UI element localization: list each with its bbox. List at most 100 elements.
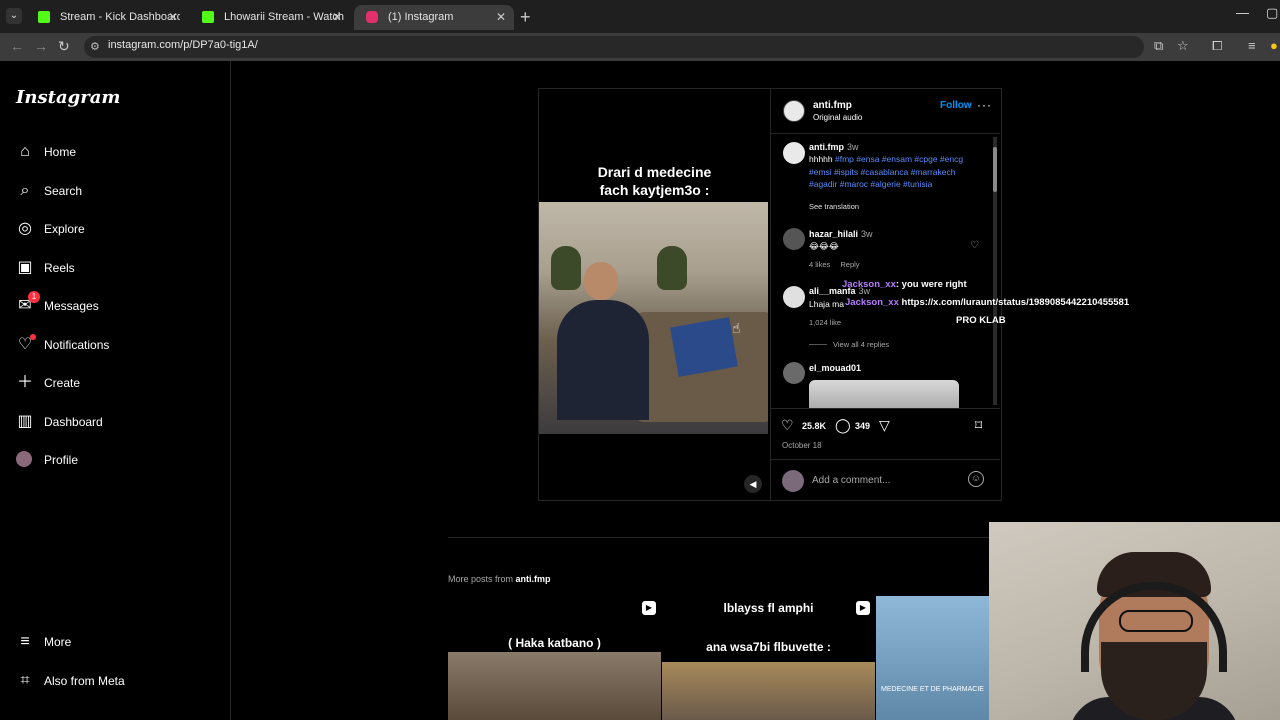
person-body <box>557 300 649 420</box>
more-posts-label: More posts from <box>448 574 514 584</box>
new-tab-icon[interactable]: + <box>520 7 531 28</box>
emoji-picker-icon[interactable]: ☺ <box>968 471 984 487</box>
post-card: Drari d medecine fach kaytjem3o : ◀ anti… <box>538 88 1002 501</box>
likes-count[interactable]: 25.8K <box>802 421 826 431</box>
sidebar-item-notifications[interactable]: ♡ Notifications <box>16 334 216 360</box>
browser-tab[interactable]: Lhowarii Stream - Watch Live o ✕ <box>190 5 350 30</box>
sidebar-item-home[interactable]: ⌂ Home <box>16 143 216 167</box>
chat-message: https://x.com/luraunt/status/19890854422… <box>901 297 1130 308</box>
sidebar-item-label: Home <box>44 145 77 159</box>
stream-chat-line: Jackson_xx: you were right <box>842 279 967 290</box>
caption-hashtags[interactable]: #fmp #ensa #ensam #cpge #encg #emsi #isp… <box>809 154 963 189</box>
audio-label[interactable]: Original audio <box>813 113 862 122</box>
comment-input[interactable]: Add a comment... <box>812 475 890 486</box>
thumbnail-title: ( Haka katbano ) <box>508 636 601 650</box>
replies-divider <box>809 344 827 345</box>
video-frame[interactable] <box>539 202 768 434</box>
minimize-window-icon[interactable]: — <box>1236 5 1249 20</box>
reading-list-icon[interactable]: ≡ <box>1248 38 1256 53</box>
more-options-icon[interactable]: ··· <box>977 98 992 112</box>
browser-tab-bar: ⌄ Stream - Kick Dashboard ✕ Lhowarii Str… <box>0 0 1280 33</box>
maximize-window-icon[interactable]: ▢ <box>1266 5 1278 21</box>
vase-shape <box>551 246 581 290</box>
comment-time: 3w <box>861 229 873 239</box>
comment-likes[interactable]: 4 likes <box>809 260 830 269</box>
notification-dot <box>30 334 36 340</box>
avatar[interactable] <box>783 142 805 164</box>
sidebar-item-profile[interactable]: Profile <box>16 451 216 475</box>
close-tab-icon[interactable]: ✕ <box>168 5 178 30</box>
forward-arrow-icon[interactable]: → <box>34 38 48 54</box>
site-info-icon[interactable]: ⚙ <box>90 40 100 53</box>
sidebar-item-more[interactable]: ≡ More <box>16 633 216 657</box>
browser-tab-active[interactable]: (1) Instagram ✕ <box>354 5 514 30</box>
address-bar[interactable]: ⚙ instagram.com/p/DP7a0-tig1A/ <box>84 36 1144 58</box>
avatar[interactable] <box>783 228 805 250</box>
avatar[interactable] <box>783 362 805 384</box>
share-paper-plane-icon[interactable]: ▽ <box>879 417 890 434</box>
sidebar-item-reels[interactable]: ▣ Reels <box>16 259 216 283</box>
reel-icon: ▶ <box>642 601 656 615</box>
back-arrow-icon[interactable]: ← <box>10 38 24 54</box>
sidebar-item-label: Dashboard <box>44 415 103 429</box>
sidebar-item-label: Explore <box>44 222 85 236</box>
caption-username-text: anti.fmp <box>809 142 844 152</box>
bookmark-star-icon[interactable]: ☆ <box>1177 38 1189 54</box>
comment-username[interactable]: hazar_hilali 3w <box>809 229 873 239</box>
avatar[interactable] <box>783 286 805 308</box>
post-media[interactable]: Drari d medecine fach kaytjem3o : ◀ <box>539 89 770 500</box>
more-post-thumbnail[interactable]: MEDECINE ET DE PHARMACIE <box>876 596 989 720</box>
see-translation-link[interactable]: See translation <box>809 202 859 211</box>
sidebar-item-messages[interactable]: ✉ 1 Messages <box>16 291 216 321</box>
comment-likes[interactable]: 1,024 like <box>809 318 841 327</box>
comment-username[interactable]: el_mouad01 <box>809 363 861 373</box>
plus-icon: ＋ <box>16 374 33 391</box>
reload-icon[interactable]: ↻ <box>58 38 70 55</box>
vase-shape <box>657 246 687 290</box>
bookmark-icon[interactable]: ⌑ <box>975 417 982 434</box>
more-post-thumbnail[interactable]: ▶ ( Haka katbano ) <box>448 596 661 720</box>
comment-bubble-icon[interactable]: ◯ <box>835 417 851 434</box>
sidebar-item-label: Messages <box>44 299 99 313</box>
caption-username[interactable]: anti.fmp 3w <box>809 142 859 152</box>
browser-tab[interactable]: Stream - Kick Dashboard ✕ <box>26 5 186 30</box>
like-heart-icon[interactable]: ♡ <box>781 417 794 434</box>
sidebar-item-create[interactable]: ＋ Create <box>16 374 216 398</box>
mute-icon[interactable]: ◀ <box>744 475 762 493</box>
post-actions: ♡ 25.8K ◯ 349 ▽ ⌑ October 18 <box>771 408 1000 458</box>
sidebar-item-dashboard[interactable]: ▥ Dashboard <box>16 413 216 437</box>
chat-message: PRO KLAB <box>956 315 1006 326</box>
url-text: instagram.com/p/DP7a0-tig1A/ <box>108 39 258 51</box>
view-replies-link[interactable]: View all 4 replies <box>833 340 889 349</box>
scrollbar-thumb[interactable] <box>993 147 997 192</box>
comment-like-icon[interactable]: ♡ <box>970 240 979 251</box>
thumbnail-title: lblayss fl amphi <box>723 601 814 615</box>
close-tab-icon[interactable]: ✕ <box>332 5 342 30</box>
tab-title: Stream - Kick Dashboard <box>60 11 180 23</box>
more-posts-username[interactable]: anti.fmp <box>516 574 551 584</box>
person-head <box>584 262 618 300</box>
sidebar-item-explore[interactable]: ◎ Explore <box>16 220 216 244</box>
profile-icon[interactable]: ● <box>1270 38 1278 53</box>
close-tab-icon[interactable]: ✕ <box>496 5 506 30</box>
follow-button[interactable]: Follow <box>940 100 972 111</box>
tab-title: (1) Instagram <box>388 11 454 23</box>
avatar[interactable] <box>783 100 805 122</box>
home-icon: ⌂ <box>20 143 30 160</box>
more-post-thumbnail[interactable]: ▶ lblayss fl amphi ana wsa7bi flbuvette … <box>662 596 875 720</box>
install-app-icon[interactable]: ⧉ <box>1154 38 1163 54</box>
sidebar-item-meta[interactable]: ⌗ Also from Meta <box>16 672 216 696</box>
video-caption-text: Drari d medecine fach kaytjem3o : <box>539 163 770 199</box>
extensions-icon[interactable]: ⧠ <box>1212 38 1222 54</box>
browser-toolbar: ← → ↻ ⚙ instagram.com/p/DP7a0-tig1A/ ⧉ ☆… <box>0 33 1280 61</box>
kick-favicon-icon <box>202 11 214 23</box>
sidebar-item-search[interactable]: ⌕ Search <box>16 182 216 206</box>
comment-image[interactable] <box>809 380 959 408</box>
comments-scrollbar[interactable] <box>993 137 997 405</box>
stream-chat-line: Jackson_xx https://x.com/luraunt/status/… <box>845 297 1129 308</box>
reply-button[interactable]: Reply <box>840 260 859 269</box>
post-author-username[interactable]: anti.fmp <box>813 100 852 111</box>
tab-search-icon[interactable]: ⌄ <box>6 8 22 24</box>
instagram-logo[interactable]: Instagram <box>16 87 120 108</box>
caption-body: hhhhh <box>809 154 833 164</box>
